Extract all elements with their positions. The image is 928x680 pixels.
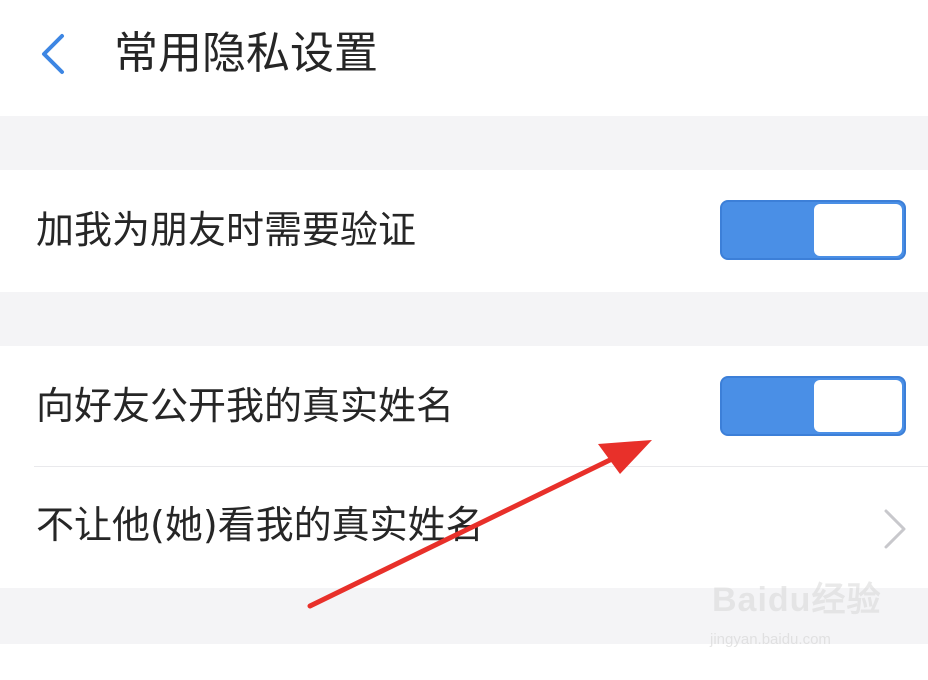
setting-row-friend-verification[interactable]: 加我为朋友时需要验证 [0, 170, 928, 290]
navigation-bar: 常用隐私设置 [0, 0, 928, 116]
settings-group-real-name: 向好友公开我的真实姓名 不让他(她)看我的真实姓名 [0, 346, 928, 588]
toggle-knob [814, 380, 902, 432]
toggle-knob [814, 204, 902, 256]
setting-row-hide-real-name[interactable]: 不让他(她)看我的真实姓名 [0, 467, 928, 587]
setting-label: 加我为朋友时需要验证 [36, 208, 417, 252]
show-real-name-toggle[interactable] [720, 376, 906, 436]
settings-group-verification: 加我为朋友时需要验证 [0, 170, 928, 292]
page-title: 常用隐私设置 [114, 28, 378, 79]
setting-label: 不让他(她)看我的真实姓名 [36, 503, 484, 547]
watermark-url: jingyan.baidu.com [710, 631, 831, 648]
chevron-right-icon [884, 509, 906, 549]
watermark-brand: Baidu经验 [712, 581, 882, 619]
chevron-left-icon[interactable] [34, 32, 74, 76]
setting-label: 向好友公开我的真实姓名 [36, 384, 455, 428]
setting-row-show-real-name[interactable]: 向好友公开我的真实姓名 [0, 346, 928, 466]
friend-verification-toggle[interactable] [720, 200, 906, 260]
privacy-settings-screen: 常用隐私设置 加我为朋友时需要验证 向好友公开我的真实姓名 不让他(她)看我的真… [0, 0, 928, 680]
baidu-watermark: Baidu经验 jingyan.baidu.com [700, 574, 900, 664]
